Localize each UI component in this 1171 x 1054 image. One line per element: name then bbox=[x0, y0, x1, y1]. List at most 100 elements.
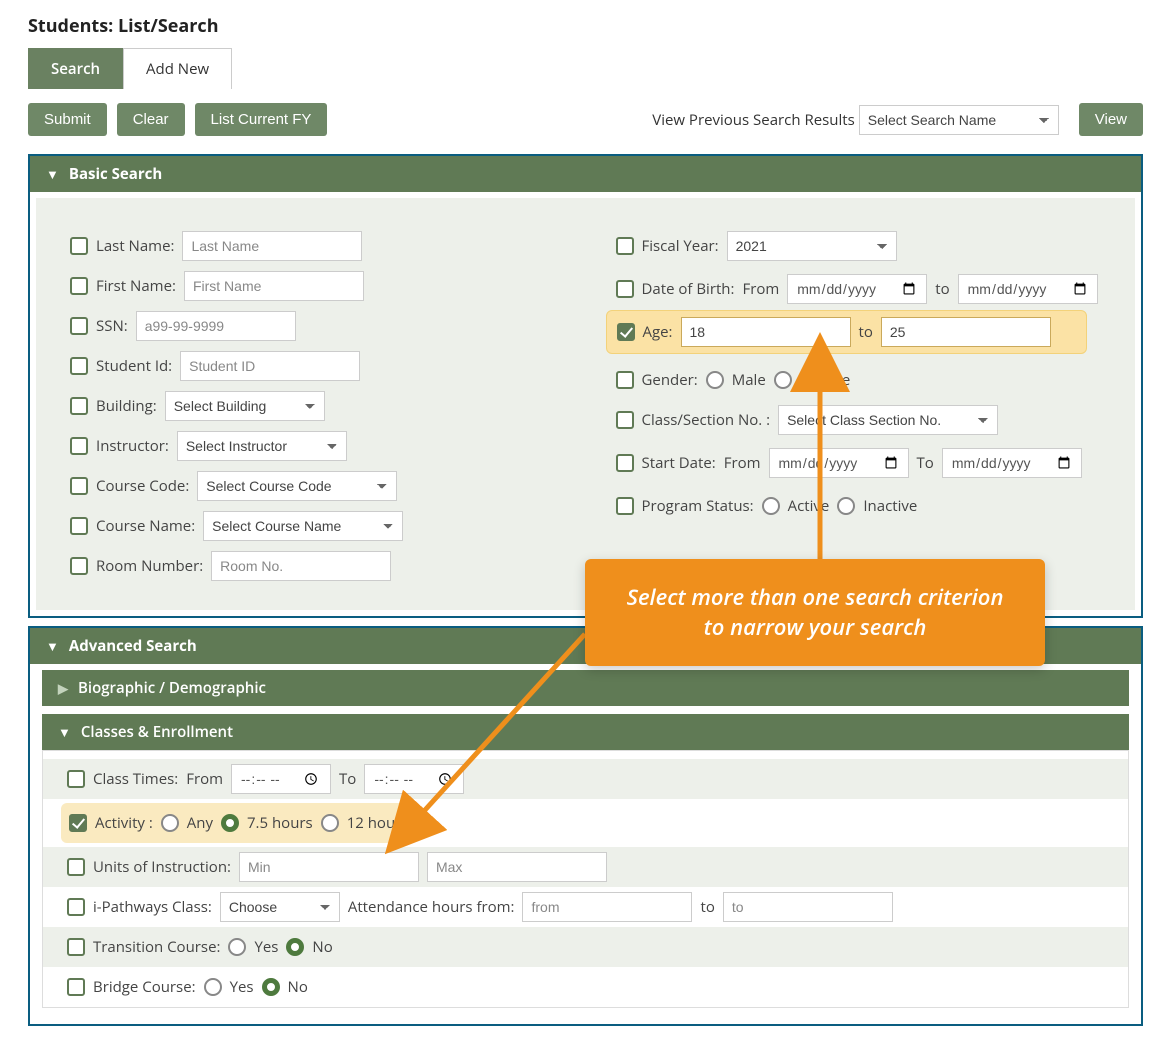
transition-label: Transition Course: bbox=[93, 937, 220, 957]
basic-left-column: Last Name: First Name: SSN: Student Id: bbox=[36, 226, 566, 586]
start-date-checkbox[interactable] bbox=[616, 454, 634, 472]
age-from-input[interactable] bbox=[681, 317, 851, 347]
gender-male-label: Male bbox=[732, 370, 766, 390]
class-section-label: Class/Section No. : bbox=[642, 410, 771, 430]
activity-75-label: 7.5 hours bbox=[247, 813, 313, 833]
gender-male-radio[interactable] bbox=[706, 371, 724, 389]
student-id-input[interactable] bbox=[180, 351, 360, 381]
tab-search[interactable]: Search bbox=[28, 48, 123, 89]
age-checkbox[interactable] bbox=[617, 323, 635, 341]
ipathways-select[interactable]: Choose bbox=[220, 892, 340, 922]
age-to-input[interactable] bbox=[881, 317, 1051, 347]
activity-label: Activity : bbox=[95, 813, 153, 833]
ssn-input[interactable] bbox=[136, 311, 296, 341]
program-status-active-radio[interactable] bbox=[762, 497, 780, 515]
basic-search-header[interactable]: ▼ Basic Search bbox=[30, 156, 1141, 192]
last-name-input[interactable] bbox=[182, 231, 362, 261]
fiscal-year-checkbox[interactable] bbox=[616, 237, 634, 255]
transition-yes-radio[interactable] bbox=[228, 938, 246, 956]
program-status-inactive-radio[interactable] bbox=[837, 497, 855, 515]
dob-from-input[interactable] bbox=[787, 274, 927, 304]
class-times-to-label: To bbox=[339, 769, 356, 789]
activity-checkbox[interactable] bbox=[69, 814, 87, 832]
course-code-checkbox[interactable] bbox=[70, 477, 88, 495]
course-name-select[interactable]: Select Course Name bbox=[203, 511, 403, 541]
action-toolbar: Submit Clear List Current FY View Previo… bbox=[28, 103, 1143, 136]
first-name-checkbox[interactable] bbox=[70, 277, 88, 295]
classes-enrollment-header[interactable]: ▼ Classes & Enrollment bbox=[42, 714, 1129, 750]
tab-add-new[interactable]: Add New bbox=[123, 48, 232, 89]
dob-label: Date of Birth: bbox=[642, 279, 735, 299]
activity-12-radio[interactable] bbox=[321, 814, 339, 832]
chevron-down-icon: ▼ bbox=[46, 637, 59, 655]
start-date-to-input[interactable] bbox=[942, 448, 1082, 478]
class-section-select[interactable]: Select Class Section No. bbox=[778, 405, 998, 435]
dob-to-input[interactable] bbox=[958, 274, 1098, 304]
bridge-no-radio[interactable] bbox=[262, 978, 280, 996]
class-section-checkbox[interactable] bbox=[616, 411, 634, 429]
bridge-checkbox[interactable] bbox=[67, 978, 85, 996]
basic-right-column: Fiscal Year: 2021 Date of Birth: From to… bbox=[606, 226, 1136, 586]
age-label: Age: bbox=[643, 322, 673, 342]
units-max-input[interactable] bbox=[427, 852, 607, 882]
activity-75-radio[interactable] bbox=[221, 814, 239, 832]
activity-any-radio[interactable] bbox=[161, 814, 179, 832]
class-times-from-input[interactable] bbox=[231, 764, 331, 794]
program-status-checkbox[interactable] bbox=[616, 497, 634, 515]
first-name-label: First Name: bbox=[96, 276, 176, 296]
last-name-checkbox[interactable] bbox=[70, 237, 88, 255]
page-title: Students: List/Search bbox=[28, 14, 1143, 38]
last-name-label: Last Name: bbox=[96, 236, 174, 256]
start-date-label: Start Date: bbox=[642, 453, 716, 473]
course-name-label: Course Name: bbox=[96, 516, 195, 536]
gender-checkbox[interactable] bbox=[616, 371, 634, 389]
transition-no-radio[interactable] bbox=[286, 938, 304, 956]
building-checkbox[interactable] bbox=[70, 397, 88, 415]
transition-checkbox[interactable] bbox=[67, 938, 85, 956]
instructor-select[interactable]: Select Instructor bbox=[177, 431, 347, 461]
first-name-input[interactable] bbox=[184, 271, 364, 301]
fiscal-year-select[interactable]: 2021 bbox=[727, 231, 897, 261]
bridge-label: Bridge Course: bbox=[93, 977, 196, 997]
submit-button[interactable]: Submit bbox=[28, 103, 107, 136]
att-to-input[interactable] bbox=[723, 892, 893, 922]
bio-demo-header[interactable]: ▶ Biographic / Demographic bbox=[42, 670, 1129, 706]
chevron-down-icon: ▼ bbox=[46, 165, 59, 183]
att-from-input[interactable] bbox=[522, 892, 692, 922]
room-number-checkbox[interactable] bbox=[70, 557, 88, 575]
course-name-checkbox[interactable] bbox=[70, 517, 88, 535]
room-number-label: Room Number: bbox=[96, 556, 203, 576]
att-to-label: to bbox=[700, 897, 714, 917]
units-checkbox[interactable] bbox=[67, 858, 85, 876]
main-tabs: Search Add New bbox=[28, 48, 1143, 89]
program-status-label: Program Status: bbox=[642, 496, 754, 516]
student-id-checkbox[interactable] bbox=[70, 357, 88, 375]
bridge-yes-label: Yes bbox=[230, 977, 254, 997]
start-date-from-input[interactable] bbox=[769, 448, 909, 478]
building-select[interactable]: Select Building bbox=[165, 391, 325, 421]
ssn-checkbox[interactable] bbox=[70, 317, 88, 335]
gender-female-radio[interactable] bbox=[774, 371, 792, 389]
gender-female-label: Female bbox=[800, 370, 851, 390]
select-search-name[interactable]: Select Search Name bbox=[859, 105, 1059, 135]
course-code-select[interactable]: Select Course Code bbox=[197, 471, 397, 501]
list-current-fy-button[interactable]: List Current FY bbox=[195, 103, 328, 136]
clear-button[interactable]: Clear bbox=[117, 103, 185, 136]
instructor-checkbox[interactable] bbox=[70, 437, 88, 455]
advanced-search-panel: ▼ Advanced Search ▶ Biographic / Demogra… bbox=[28, 626, 1143, 1026]
class-times-to-input[interactable] bbox=[364, 764, 464, 794]
units-min-input[interactable] bbox=[239, 852, 419, 882]
program-status-active-label: Active bbox=[788, 496, 830, 516]
view-button[interactable]: View bbox=[1079, 103, 1143, 136]
ipathways-checkbox[interactable] bbox=[67, 898, 85, 916]
chevron-right-icon: ▶ bbox=[58, 679, 68, 697]
dob-from-label: From bbox=[742, 279, 779, 299]
bridge-yes-radio[interactable] bbox=[204, 978, 222, 996]
start-date-from-label: From bbox=[724, 453, 761, 473]
room-number-input[interactable] bbox=[211, 551, 391, 581]
advanced-search-title: Advanced Search bbox=[69, 636, 197, 656]
att-from-label: Attendance hours from: bbox=[348, 897, 515, 917]
class-times-checkbox[interactable] bbox=[67, 770, 85, 788]
dob-checkbox[interactable] bbox=[616, 280, 634, 298]
ipathways-label: i-Pathways Class: bbox=[93, 897, 212, 917]
